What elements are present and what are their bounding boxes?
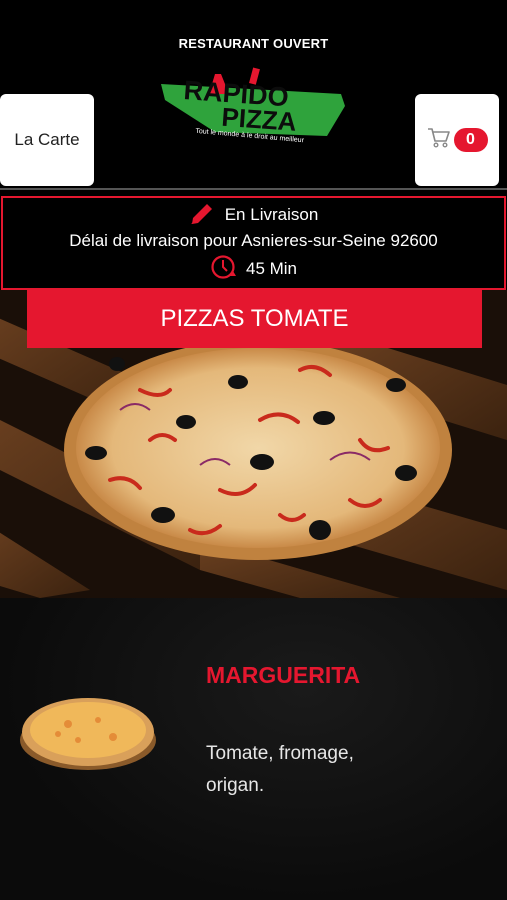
product-name: MARGUERITA — [206, 662, 361, 688]
product-item[interactable]: MARGUERITA Tomate, fromage, origan. — [0, 598, 507, 900]
header-divider — [0, 188, 507, 190]
product-description: Tomate, fromage, origan. — [206, 743, 354, 796]
logo: RAPIDO PIZZA Tout le monde à le droit au… — [161, 67, 345, 144]
cart-button[interactable]: 0 — [415, 94, 499, 186]
delivery-mode: En Livraison — [224, 205, 319, 224]
delivery-time: 45 Min — [245, 259, 298, 278]
pencil-icon — [189, 202, 215, 229]
cart-icon — [427, 127, 451, 154]
restaurant-status: RESTAURANT OUVERT — [178, 36, 329, 51]
cart-count-badge: 0 — [453, 128, 488, 152]
menu-button-label: La Carte — [14, 130, 80, 149]
clock-icon — [210, 254, 236, 285]
category-banner: PIZZAS TOMATE — [27, 290, 482, 348]
category-title: PIZZAS TOMATE — [160, 305, 349, 332]
header: La Carte RAPIDO PIZZA Tout le monde à le… — [0, 60, 507, 190]
delivery-info-text: Délai de livraison pour Asnieres-sur-Sei… — [69, 231, 438, 250]
menu-section: MARGUERITA Tomate, fromage, origan. — [0, 598, 507, 900]
product-image — [20, 698, 156, 770]
menu-button[interactable]: La Carte — [0, 94, 94, 186]
delivery-info-box: En Livraison Délai de livraison pour Asn… — [1, 196, 506, 290]
